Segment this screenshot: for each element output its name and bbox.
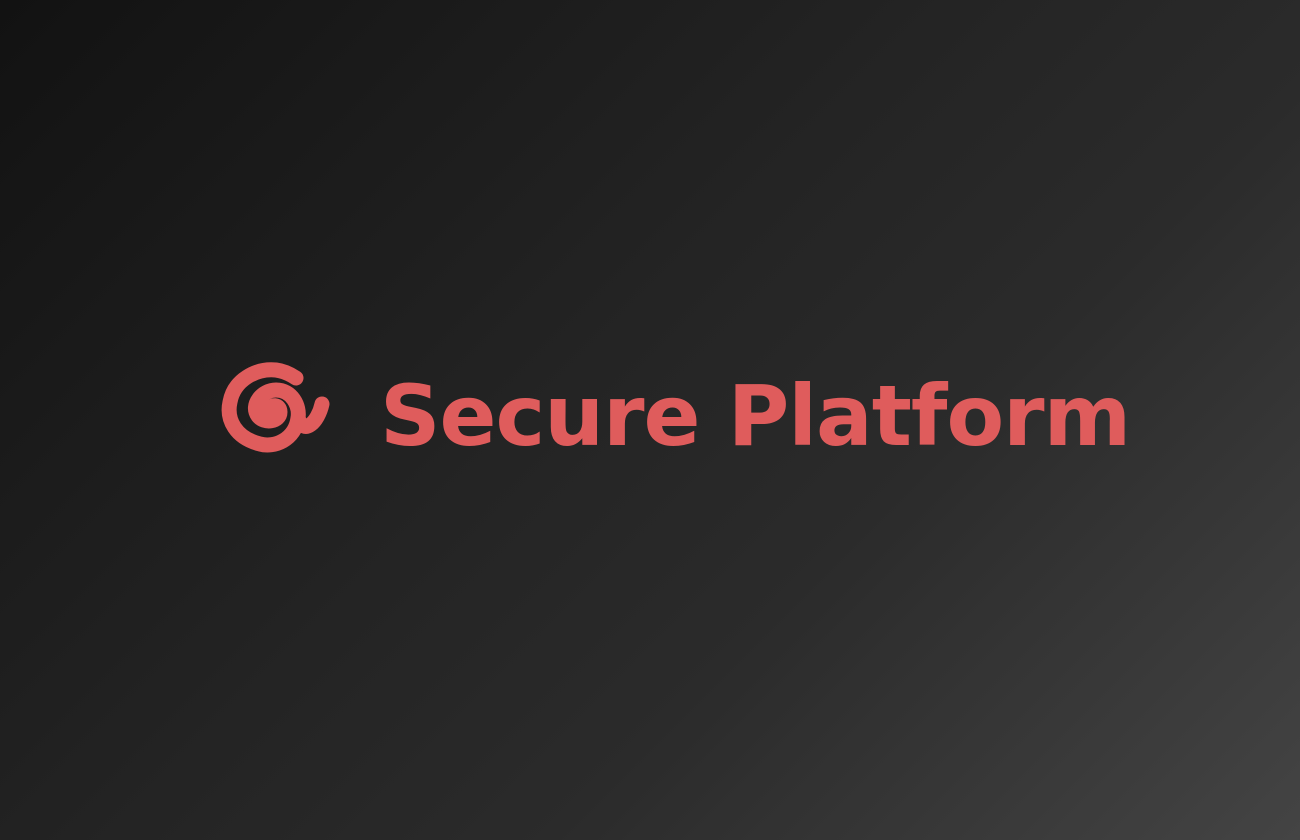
splash-screen: Secure Platform [0, 0, 1300, 840]
brand-name: Secure Platform [380, 367, 1131, 465]
brand-lockup: Secure Platform [218, 362, 1131, 466]
spiral-logo-icon [221, 362, 330, 453]
